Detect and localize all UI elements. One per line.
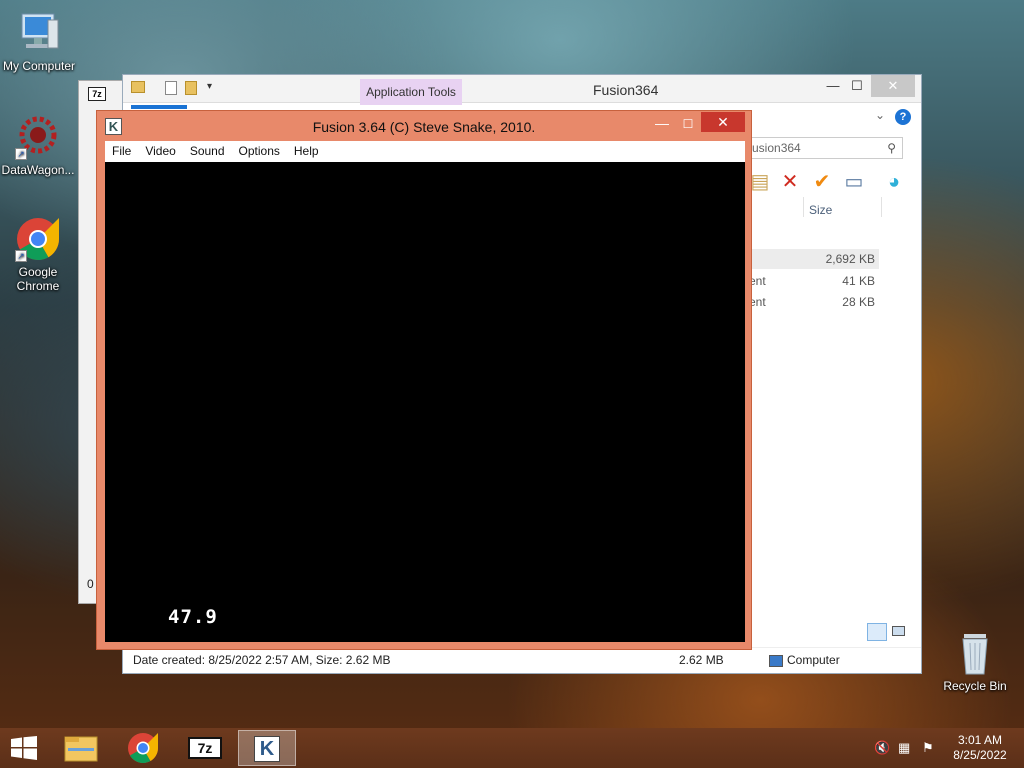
desktop-icon-datawagon[interactable]: ↗ DataWagon... — [0, 114, 76, 177]
chevron-down-icon[interactable]: ⌄ — [875, 108, 885, 122]
desktop-icon-google-chrome[interactable]: ↗ Google Chrome — [0, 216, 76, 293]
folder-icon — [131, 81, 145, 93]
chevron-down-icon[interactable]: ▾ — [207, 81, 212, 92]
new-folder-icon[interactable] — [185, 81, 197, 95]
column-header-size[interactable]: Size — [809, 203, 832, 217]
file-row[interactable]: 2,692 KB — [749, 249, 879, 269]
datawagon-icon: ↗ — [15, 114, 61, 160]
taskbar-kega-fusion[interactable]: K — [238, 730, 296, 766]
image-icon — [892, 626, 905, 636]
column-separator — [881, 197, 882, 217]
file-size: 28 KB — [842, 295, 875, 309]
status-details: Date created: 8/25/2022 2:57 AM, Size: 2… — [133, 653, 391, 667]
search-icon[interactable]: ⚲ — [887, 141, 896, 155]
file-size: 2,692 KB — [825, 252, 875, 266]
recycle-bin-icon — [952, 630, 998, 676]
shell-icon[interactable]: ◕ — [883, 171, 905, 193]
check-icon[interactable]: ✔ — [811, 171, 833, 193]
fusion-window[interactable]: K Fusion 3.64 (C) Steve Snake, 2010. — ☐… — [96, 110, 752, 650]
shortcut-arrow-icon: ↗ — [15, 148, 27, 160]
maximize-button[interactable]: ☐ — [677, 115, 699, 135]
ribbon-tab-highlight — [131, 105, 187, 109]
paste-icon[interactable]: ▤ — [749, 171, 771, 193]
menu-options[interactable]: Options — [232, 141, 287, 162]
status-location: Computer — [787, 653, 840, 667]
desktop-icon-my-computer[interactable]: My Computer — [1, 10, 77, 73]
kega-fusion-icon: K — [254, 736, 280, 762]
tab-application-tools[interactable]: Application Tools — [360, 79, 462, 105]
clock-date: 8/25/2022 — [953, 748, 1007, 762]
clock-time: 3:01 AM — [957, 733, 1003, 747]
file-size: 41 KB — [842, 274, 875, 288]
help-icon[interactable]: ? — [895, 109, 911, 125]
chrome-icon — [128, 733, 158, 764]
menu-sound[interactable]: Sound — [183, 141, 232, 162]
large-icons-view-button[interactable] — [889, 623, 909, 641]
network-icon[interactable]: ▦ — [898, 740, 910, 756]
computer-icon — [769, 655, 783, 667]
rename-icon[interactable]: ▭ — [843, 171, 865, 193]
taskbar-google-chrome[interactable] — [114, 730, 172, 766]
details-view-button[interactable] — [867, 623, 887, 641]
status-size: 2.62 MB — [679, 653, 724, 667]
computer-icon — [16, 10, 62, 56]
status-count: 0 — [87, 577, 94, 591]
explorer-titlebar[interactable]: ▾ Application Tools Fusion364 — ☐ ✕ — [123, 75, 921, 105]
emulator-screen[interactable]: 47.9 — [105, 162, 745, 642]
fps-counter: 47.9 — [168, 606, 218, 628]
file-row[interactable]: ent 41 KB — [749, 271, 879, 291]
volume-muted-icon[interactable]: 🔇 — [874, 740, 890, 756]
search-input[interactable]: usion364 ⚲ — [747, 137, 903, 159]
action-center-flag-icon[interactable]: ⚑ — [922, 740, 934, 756]
status-bar: Date created: 8/25/2022 2:57 AM, Size: 2… — [123, 647, 921, 673]
close-button[interactable]: ✕ — [871, 75, 915, 97]
menu-help[interactable]: Help — [287, 141, 326, 162]
desktop-icon-label: Google Chrome — [16, 265, 60, 293]
desktop-icon-label: Recycle Bin — [943, 679, 1007, 693]
folder-icon — [64, 736, 98, 762]
start-button[interactable] — [10, 736, 38, 760]
window-title: Fusion364 — [593, 82, 659, 98]
desktop-icon-recycle-bin[interactable]: Recycle Bin — [937, 630, 1013, 693]
7zip-icon: 7z — [88, 87, 106, 101]
taskbar-file-explorer[interactable] — [52, 730, 110, 766]
windows-logo-icon — [11, 736, 37, 760]
taskbar-clock[interactable]: 3:01 AM 8/25/2022 — [944, 733, 1016, 763]
menu-bar: File Video Sound Options Help — [105, 141, 745, 162]
fusion-titlebar[interactable]: K Fusion 3.64 (C) Steve Snake, 2010. — ☐… — [97, 111, 751, 141]
column-separator — [803, 197, 804, 217]
taskbar: 7z K 🔇 ▦ ⚑ 3:01 AM 8/25/2022 — [0, 728, 1024, 768]
taskbar-7zip[interactable]: 7z — [176, 730, 234, 766]
chrome-icon: ↗ — [15, 216, 61, 262]
search-placeholder: usion364 — [752, 141, 801, 155]
desktop-icon-label: My Computer — [2, 59, 76, 73]
7zip-icon: 7z — [188, 737, 222, 759]
menu-video[interactable]: Video — [138, 141, 182, 162]
minimize-button[interactable]: — — [651, 115, 673, 135]
delete-icon[interactable]: ✕ — [779, 171, 801, 193]
close-button[interactable]: ✕ — [701, 112, 745, 132]
menu-file[interactable]: File — [105, 141, 138, 162]
file-row[interactable]: ent 28 KB — [749, 292, 879, 312]
shortcut-arrow-icon: ↗ — [15, 250, 27, 262]
properties-icon[interactable] — [165, 81, 177, 95]
desktop-icon-label: DataWagon... — [1, 163, 75, 177]
